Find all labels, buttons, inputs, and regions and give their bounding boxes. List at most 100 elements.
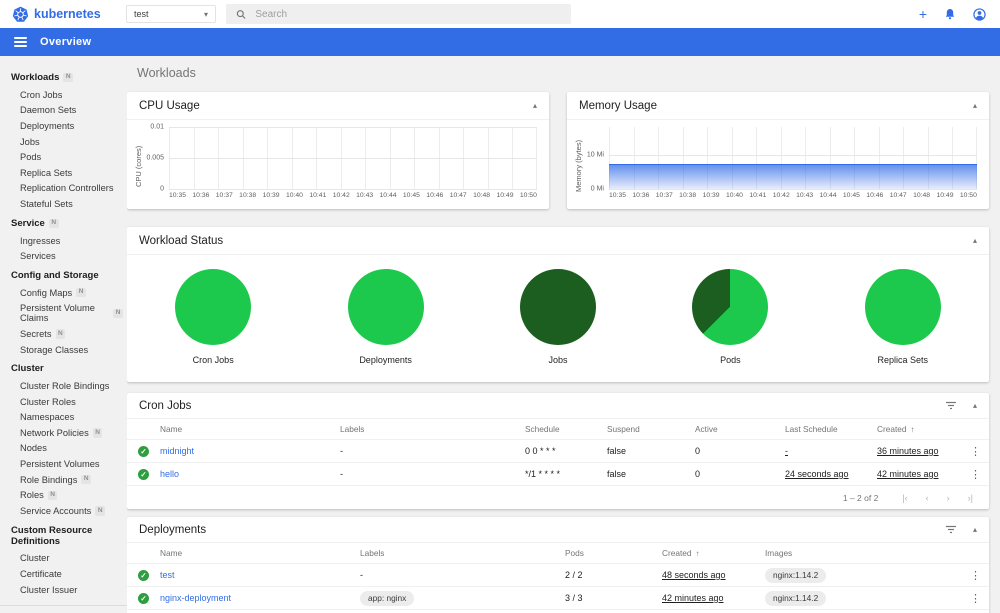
sidebar-item-namespaces[interactable]: Namespaces [0,410,127,426]
sidebar-item-cluster-role-bindings[interactable]: Cluster Role Bindings [0,378,127,394]
card-title: Deployments [139,523,207,536]
section-label: Config and Storage [11,269,99,281]
gridline-horizontal [169,189,537,190]
sidebar-section-service[interactable]: Service N [0,212,127,233]
sidebar-item-secrets[interactable]: Secrets N [0,326,127,342]
kebab-menu-icon[interactable]: ⋮ [970,468,981,481]
column-header-suspend[interactable]: Suspend [607,424,695,434]
kebab-menu-icon[interactable]: ⋮ [970,569,981,582]
sidebar-item-label: Namespaces [20,412,75,423]
resource-name-link[interactable]: midnight [160,446,340,456]
sidebar-section-workloads[interactable]: Workloads N [0,66,127,87]
column-header-labels[interactable]: Labels [360,548,565,558]
collapse-icon[interactable]: ▴ [973,236,977,245]
notifications-bell-icon[interactable] [944,8,956,20]
sidebar-item-service-accounts[interactable]: Service Accounts N [0,503,127,519]
kebab-menu-icon[interactable]: ⋮ [970,592,981,605]
x-axis-tick: 10:43 [356,192,374,199]
column-header-active[interactable]: Active [695,424,785,434]
sidebar-item-cron-jobs[interactable]: Cron Jobs [0,87,127,103]
sidebar-section-custom-resource-definitions[interactable]: Custom Resource Definitions [0,519,127,551]
card-header: Workload Status ▴ [127,227,989,255]
page-title: Workloads [137,66,196,80]
collapse-icon[interactable]: ▴ [973,525,977,534]
next-page-button[interactable]: › [947,493,950,503]
gridline-horizontal [609,154,977,156]
column-header-labels[interactable]: Labels [340,424,525,434]
menu-icon[interactable] [14,37,27,47]
sidebar-item-stateful-sets[interactable]: Stateful Sets [0,196,127,212]
column-header-label: Active [695,424,718,434]
x-axis-tick: 10:41 [309,192,327,199]
resource-name-link[interactable]: nginx-deployment [160,593,360,603]
sidebar-item-services[interactable]: Services [0,248,127,264]
sidebar-item-settings[interactable]: Settings [0,608,127,613]
x-axis-tick: 10:44 [819,192,837,199]
sidebar-item-cluster[interactable]: Cluster [0,551,127,567]
column-header-name[interactable]: Name [160,548,360,558]
sidebar-item-roles[interactable]: Roles N [0,487,127,503]
sidebar-item-pods[interactable]: Pods [0,149,127,165]
search-input[interactable] [255,8,561,20]
pie-chart-label: Replica Sets [877,355,929,365]
create-resource-button[interactable]: + [919,7,927,21]
kebab-menu-icon[interactable]: ⋮ [970,445,981,458]
sidebar-item-label: Persistent Volume Claims [20,303,95,324]
column-header-name[interactable]: Name [160,424,340,434]
sidebar-item-certificate[interactable]: Certificate [0,566,127,582]
resource-name-link[interactable]: test [160,570,360,580]
label-chip: nginx:1.14.2 [765,590,827,606]
filter-icon[interactable] [945,525,957,534]
namespaced-badge: N [92,428,103,438]
chip-cell: nginx:1.14.2 [765,590,962,606]
namespace-selector[interactable]: test ▾ [126,5,216,23]
sidebar-item-label: Config Maps [20,287,73,298]
filter-icon[interactable] [945,401,957,410]
sidebar-item-network-policies[interactable]: Network Policies N [0,425,127,441]
column-header-last-schedule[interactable]: Last Schedule [785,424,877,434]
column-header-created[interactable]: Created ↑ [662,548,765,558]
sidebar-item-persistent-volumes[interactable]: Persistent Volumes [0,456,127,472]
column-header-label: Images [765,548,793,558]
workload-status-card: Workload Status ▴ Cron Jobs Deployments Jo… [127,227,989,382]
card-header: Deployments ▴ [127,517,989,543]
sidebar-item-cluster-roles[interactable]: Cluster Roles [0,394,127,410]
sidebar-item-storage-classes[interactable]: Storage Classes [0,342,127,358]
search-bar[interactable] [226,4,571,24]
collapse-icon[interactable]: ▴ [533,101,537,110]
x-axis-tick: 10:45 [402,192,420,199]
user-profile-icon[interactable] [973,7,986,21]
sidebar-item-label: Deployments [20,120,75,131]
sidebar-item-label: Secrets [20,328,52,339]
sidebar-item-replication-controllers[interactable]: Replication Controllers [0,181,127,197]
sidebar-item-daemon-sets[interactable]: Daemon Sets [0,103,127,119]
column-header-images[interactable]: Images [765,548,962,558]
x-axis-tick: 10:47 [449,192,467,199]
sidebar-item-persistent-volume-claims[interactable]: Persistent Volume Claims N [0,301,127,327]
column-header-pods[interactable]: Pods [565,548,662,558]
row-actions-cell: ⋮ [962,569,989,582]
collapse-icon[interactable]: ▴ [973,101,977,110]
sidebar-item-cluster-issuer[interactable]: Cluster Issuer [0,582,127,598]
last-page-button[interactable]: ›| [968,493,973,503]
resource-name-link[interactable]: hello [160,469,340,479]
kubernetes-logo[interactable]: kubernetes [12,6,118,23]
sidebar-item-jobs[interactable]: Jobs [0,134,127,150]
timestamp-cell: 24 seconds ago [785,469,849,479]
sidebar-item-replica-sets[interactable]: Replica Sets [0,165,127,181]
status-success-icon: ✓ [138,445,149,457]
x-axis-tick: 10:35 [169,192,187,199]
sidebar-item-role-bindings[interactable]: Role Bindings N [0,472,127,488]
column-header-schedule[interactable]: Schedule [525,424,607,434]
timestamp-cell: 48 seconds ago [662,570,726,580]
first-page-button[interactable]: |‹ [902,493,907,503]
sidebar-item-ingresses[interactable]: Ingresses [0,233,127,249]
sidebar-section-config-and-storage[interactable]: Config and Storage [0,264,127,285]
previous-page-button[interactable]: ‹ [926,493,929,503]
collapse-icon[interactable]: ▴ [973,401,977,410]
sidebar-item-deployments[interactable]: Deployments [0,118,127,134]
sidebar-section-cluster[interactable]: Cluster [0,357,127,378]
sidebar-item-nodes[interactable]: Nodes [0,441,127,457]
column-header-created[interactable]: Created ↑ [877,424,962,434]
sidebar-item-config-maps[interactable]: Config Maps N [0,285,127,301]
